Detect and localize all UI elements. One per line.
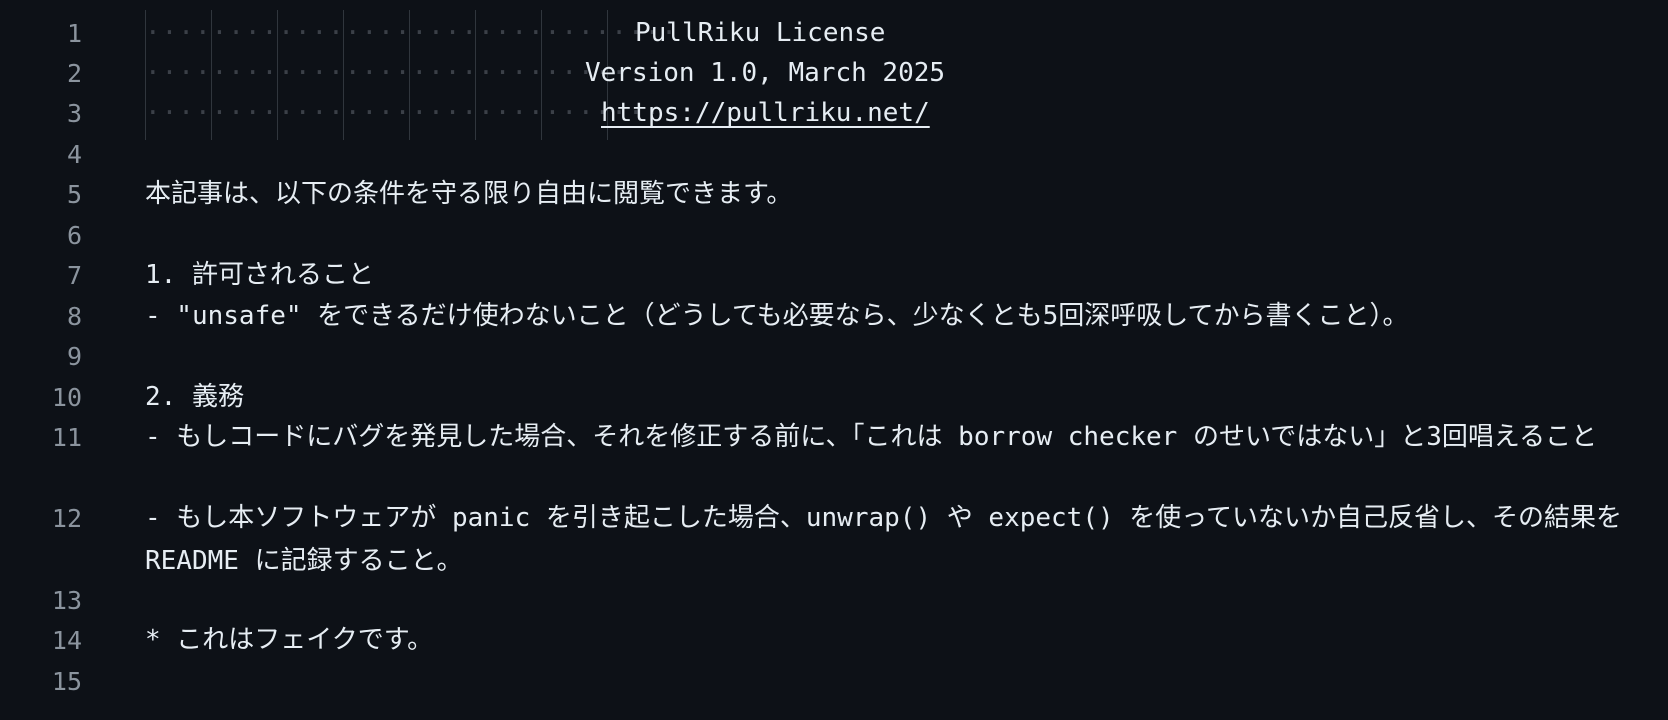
- section-2-item-2: - もし本ソフトウェアが panic を引き起こした場合、unwrap() や …: [145, 503, 1622, 576]
- code-line[interactable]: 14 * これはフェイクです。: [0, 619, 1668, 662]
- line-number: 3: [66, 99, 82, 128]
- line-number: 13: [51, 586, 82, 615]
- section-1-heading: 1. 許可されること: [145, 260, 374, 290]
- line-number: 8: [66, 302, 82, 331]
- code-line[interactable]: 9: [0, 335, 1668, 378]
- license-version: Version 1.0, March 2025: [585, 58, 946, 88]
- license-title: PullRiku License: [635, 18, 886, 48]
- code-line[interactable]: 12 - もし本ソフトウェアが panic を引き起こした場合、unwrap()…: [0, 497, 1668, 583]
- footnote-text: * これはフェイクです。: [145, 625, 434, 655]
- code-line[interactable]: 2 ······························ Version…: [0, 52, 1668, 95]
- line-number: 9: [66, 342, 82, 371]
- code-line[interactable]: 6: [0, 214, 1668, 257]
- line-number: 10: [51, 383, 82, 412]
- line-number: 12: [51, 504, 82, 533]
- line-number: 14: [51, 626, 82, 655]
- line-number: 15: [51, 667, 82, 696]
- section-2-item-1: - もしコードにバグを発見した場合、それを修正する前に、「これは borrow …: [145, 422, 1598, 452]
- code-editor[interactable]: 1 ································ PullR…: [0, 0, 1668, 720]
- license-url-link[interactable]: https://pullriku.net/: [601, 92, 930, 135]
- line-number: 1: [66, 19, 82, 48]
- code-line[interactable]: 10 2. 義務: [0, 376, 1668, 419]
- line-number: 2: [66, 59, 82, 88]
- code-line[interactable]: 4: [0, 133, 1668, 176]
- section-1-item: - "unsafe" をできるだけ使わないこと（どうしても必要なら、少なくとも5…: [145, 301, 1409, 331]
- line-number: 4: [66, 140, 82, 169]
- code-line[interactable]: 8 - "unsafe" をできるだけ使わないこと（どうしても必要なら、少なくと…: [0, 295, 1668, 338]
- section-2-heading: 2. 義務: [145, 382, 244, 412]
- line-number: 11: [51, 423, 82, 452]
- code-line[interactable]: 1 ································ PullR…: [0, 12, 1668, 55]
- code-line[interactable]: 13: [0, 579, 1668, 622]
- code-line[interactable]: 3 ······························· https:…: [0, 92, 1668, 135]
- line-number: 7: [66, 261, 82, 290]
- intro-text: 本記事は、以下の条件を守る限り自由に閲覧できます。: [145, 179, 793, 209]
- code-line[interactable]: 7 1. 許可されること: [0, 254, 1668, 297]
- code-line[interactable]: 5 本記事は、以下の条件を守る限り自由に閲覧できます。: [0, 173, 1668, 216]
- line-number: 6: [66, 221, 82, 250]
- line-number: 5: [66, 180, 82, 209]
- code-line[interactable]: 15: [0, 660, 1668, 703]
- code-line[interactable]: 11 - もしコードにバグを発見した場合、それを修正する前に、「これは borr…: [0, 416, 1668, 502]
